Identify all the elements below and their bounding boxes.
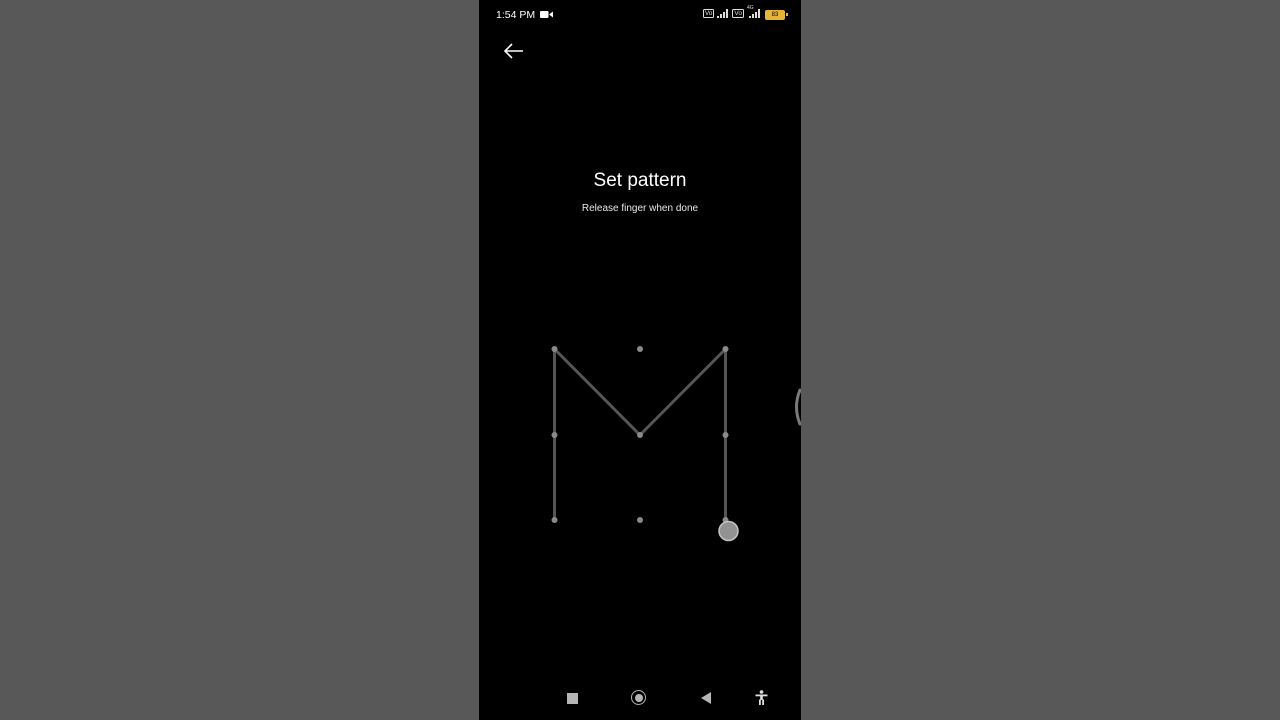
pattern-grid[interactable] bbox=[479, 0, 801, 720]
navigation-bar bbox=[479, 680, 801, 716]
pattern-dot-6[interactable] bbox=[722, 432, 729, 438]
pattern-dot-1[interactable] bbox=[551, 346, 558, 352]
phone-screen: 1:54 PM Vo Vo 4G 83 Set pattern Release … bbox=[479, 0, 801, 720]
letterbox-right bbox=[801, 0, 1280, 720]
pattern-dot-3[interactable] bbox=[722, 346, 729, 352]
edge-handle[interactable] bbox=[791, 388, 801, 426]
accessibility-icon[interactable] bbox=[755, 690, 768, 705]
back-icon[interactable] bbox=[700, 692, 712, 704]
letterbox-left bbox=[0, 0, 479, 720]
pattern-dot-7[interactable] bbox=[551, 517, 558, 523]
pattern-dot-8[interactable] bbox=[637, 517, 643, 523]
home-icon[interactable] bbox=[631, 690, 646, 705]
pattern-dot-2[interactable] bbox=[637, 346, 643, 352]
pattern-dot-4[interactable] bbox=[551, 432, 558, 438]
touch-indicator bbox=[718, 520, 739, 542]
pattern-dot-5[interactable] bbox=[637, 432, 643, 438]
recents-icon[interactable] bbox=[567, 693, 578, 704]
